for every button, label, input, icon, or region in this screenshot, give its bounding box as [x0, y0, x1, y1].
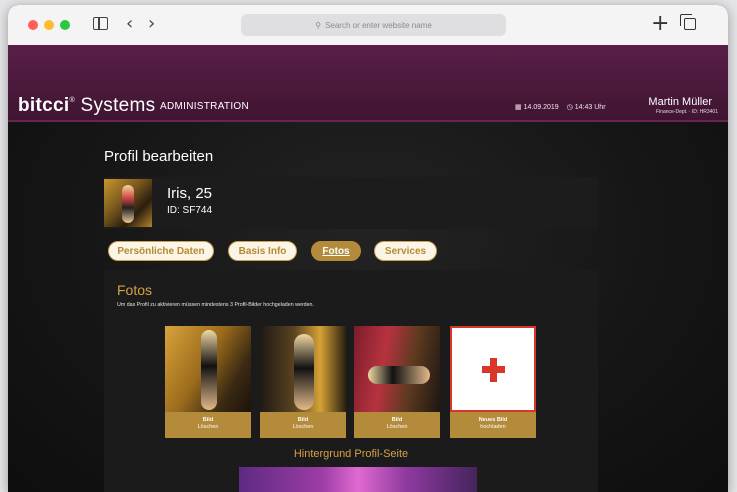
photo-card: Bild Löschen	[260, 326, 346, 438]
photo-action: Löschen	[292, 424, 314, 430]
main-content: Profil bearbeiten Iris, 25 ID: SF744 Per…	[8, 122, 728, 492]
delete-photo-button[interactable]: Bild Löschen	[354, 412, 440, 438]
current-time: 14:43 Uhr	[574, 104, 606, 111]
logo-text: Systems	[80, 95, 156, 116]
new-photo-action: hochladen	[480, 424, 506, 430]
chevron-right-icon[interactable]: ›	[148, 14, 155, 34]
minimize-window-button[interactable]	[44, 20, 54, 30]
upload-area[interactable]	[450, 326, 536, 412]
activation-hint: Um das Profil zu aktivieren müssen minde…	[117, 302, 314, 308]
logo-mark: ®	[69, 97, 75, 104]
section-label: ADMINISTRATION	[160, 101, 250, 112]
page-title: Profil bearbeiten	[104, 148, 214, 165]
plus-icon[interactable]: +	[651, 11, 669, 37]
address-bar[interactable]: ⚲ Search or enter website name	[241, 14, 506, 36]
delete-photo-button[interactable]: Bild Löschen	[165, 412, 251, 438]
photo-image[interactable]	[260, 326, 346, 412]
photo-image[interactable]	[354, 326, 440, 412]
profile-card: Iris, 25 ID: SF744	[104, 177, 598, 229]
tab-basis-info[interactable]: Basis Info	[228, 241, 297, 261]
section-title: Fotos	[117, 282, 153, 298]
background-section-title: Hintergrund Profil-Seite	[293, 448, 409, 460]
browser-window: ‹ › ⚲ Search or enter website name + bit…	[8, 5, 728, 492]
profile-id: ID: SF744	[167, 205, 213, 216]
clock-icon: ◷	[566, 103, 573, 111]
fotos-panel: Fotos Um das Profil zu aktivieren müssen…	[104, 270, 598, 492]
date-time: ▦ 14.09.2019 ◷ 14:43 Uhr	[515, 103, 606, 111]
photo-label: Bild	[202, 417, 214, 423]
photo-action: Löschen	[197, 424, 219, 430]
photo-label: Bild	[391, 417, 403, 423]
current-date: 14.09.2019	[523, 104, 559, 111]
sidebar-icon[interactable]	[93, 17, 108, 30]
photo-card: Bild Löschen	[354, 326, 440, 438]
profile-name: Iris, 25	[167, 185, 213, 202]
user-meta: Finance-Dept. · ID: HR3401	[656, 109, 718, 115]
tab-fotos[interactable]: Fotos	[311, 241, 361, 261]
photo-label: Bild	[297, 417, 309, 423]
photo-card: Bild Löschen	[165, 326, 251, 438]
tab-services[interactable]: Services	[374, 241, 437, 261]
background-preview[interactable]	[239, 467, 477, 492]
address-placeholder: Search or enter website name	[325, 20, 432, 30]
upload-photo-button[interactable]: Neues Bild hochladen	[450, 412, 536, 438]
brand-logo[interactable]: bitcci® Systems	[18, 95, 155, 117]
photo-image[interactable]	[165, 326, 251, 412]
zoom-window-button[interactable]	[60, 20, 70, 30]
user-name[interactable]: Martin Müller	[648, 96, 712, 108]
browser-toolbar: ‹ › ⚲ Search or enter website name +	[8, 5, 728, 46]
delete-photo-button[interactable]: Bild Löschen	[260, 412, 346, 438]
new-photo-label: Neues Bild	[478, 417, 508, 423]
app-header: bitcci® Systems ADMINISTRATION ▦ 14.09.20…	[8, 45, 728, 122]
profile-thumbnail	[104, 179, 152, 227]
close-window-button[interactable]	[28, 20, 38, 30]
tab-persoenliche-daten[interactable]: Persönliche Daten	[108, 241, 214, 261]
photo-action: Löschen	[386, 424, 408, 430]
chevron-left-icon[interactable]: ‹	[126, 14, 133, 34]
new-photo-card: Neues Bild hochladen	[450, 326, 536, 438]
logo-bold: bitcci	[18, 95, 70, 116]
calendar-icon: ▦	[515, 103, 522, 111]
tabs-overview-icon[interactable]	[680, 14, 696, 30]
search-icon: ⚲	[315, 20, 322, 30]
